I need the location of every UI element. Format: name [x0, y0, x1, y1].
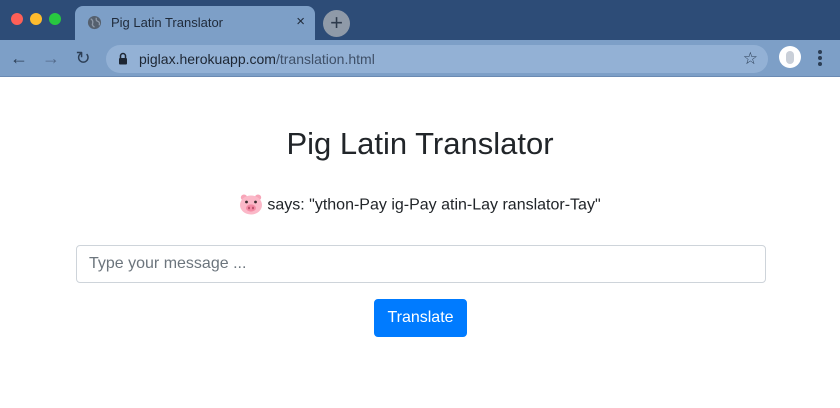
forward-arrow-icon[interactable]: → [40, 48, 62, 68]
url-path: /translation.html [275, 51, 375, 67]
says-text: says: "ython-Pay ig-Pay atin-Lay ranslat… [267, 196, 601, 214]
reload-icon[interactable]: ↻ [72, 48, 94, 68]
browser-toolbar: ← → ↻ piglax.herokuapp.com/translation.h… [0, 40, 840, 77]
browser-tab[interactable]: Pig Latin Translator × [75, 6, 315, 40]
page-content: Pig Latin Translator says: "ython-Pay ig… [0, 78, 840, 408]
translate-button[interactable]: Translate [374, 299, 467, 337]
menu-dots-icon[interactable] [817, 48, 823, 68]
avatar-silhouette [786, 51, 794, 64]
browser-title-bar: Pig Latin Translator × + [0, 0, 840, 40]
translation-output: says: "ython-Pay ig-Pay atin-Lay ranslat… [0, 194, 840, 215]
close-window-button[interactable] [11, 13, 23, 25]
message-input[interactable] [76, 245, 766, 283]
close-tab-icon[interactable]: × [296, 13, 305, 31]
lock-icon [119, 52, 127, 65]
minimize-window-button[interactable] [30, 13, 42, 25]
back-arrow-icon[interactable]: ← [8, 48, 30, 68]
globe-icon [87, 15, 102, 30]
new-tab-button[interactable]: + [323, 10, 350, 37]
page-title: Pig Latin Translator [286, 126, 554, 161]
address-url: piglax.herokuapp.com/translation.html [139, 51, 375, 67]
pig-face-icon [240, 194, 263, 215]
tab-title: Pig Latin Translator [111, 15, 224, 30]
star-icon[interactable]: ☆ [743, 49, 758, 69]
url-host: piglax.herokuapp.com [139, 51, 276, 67]
profile-avatar[interactable] [779, 46, 801, 68]
address-bar[interactable]: piglax.herokuapp.com/translation.html ☆ [106, 45, 768, 73]
maximize-window-button[interactable] [49, 13, 61, 25]
